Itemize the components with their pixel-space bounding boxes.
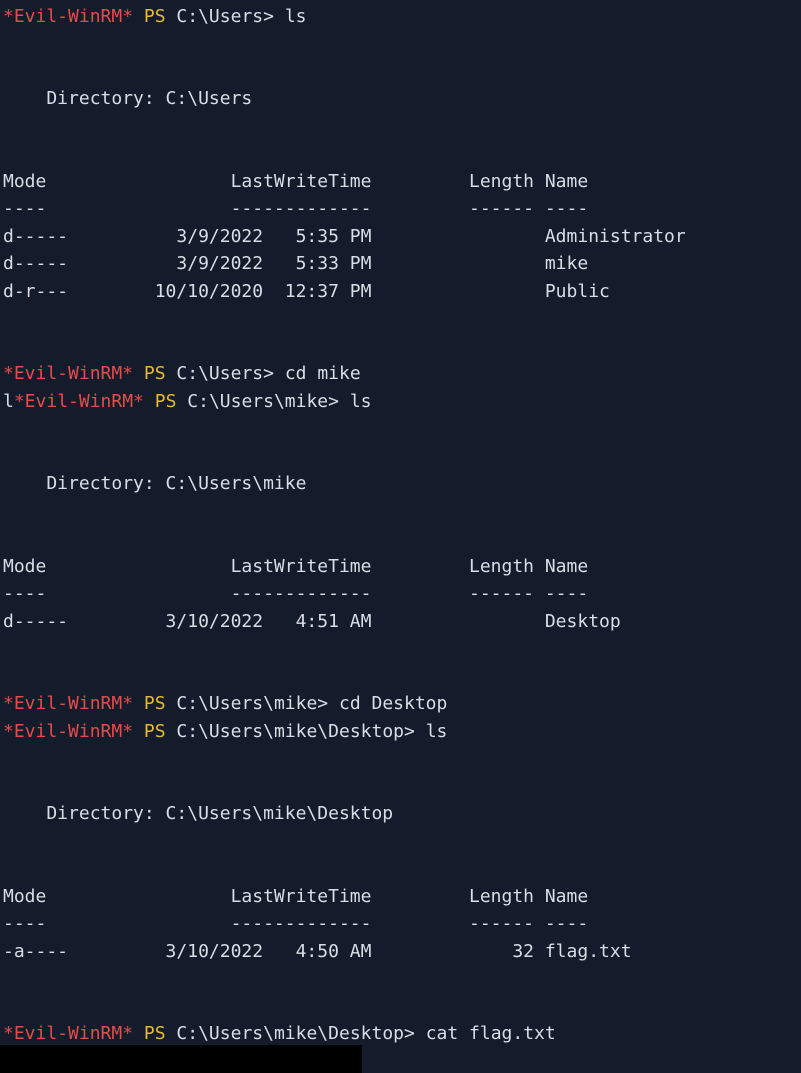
terminal-window[interactable]: *Evil-WinRM* PS C:\Users> ls Directory: … bbox=[0, 0, 801, 1073]
prompt-ps: PS bbox=[143, 6, 166, 27]
prompt-shell: *Evil-WinRM* bbox=[3, 6, 134, 27]
prompt-command: cd Desktop bbox=[338, 693, 448, 714]
table-underline: ---- ------------- ------ ---- bbox=[3, 913, 589, 934]
prompt-line: *Evil-WinRM* PS C:\Users> ls bbox=[3, 3, 307, 30]
prompt-line: *Evil-WinRM* PS C:\Users\mike\Desktop> l… bbox=[3, 718, 447, 745]
prompt-command: ls bbox=[349, 391, 372, 412]
prompt-shell: *Evil-WinRM* bbox=[13, 391, 144, 412]
prompt-command: cd mike bbox=[284, 363, 361, 384]
prompt-shell: *Evil-WinRM* bbox=[3, 1023, 134, 1044]
stray-char: l bbox=[3, 391, 14, 412]
prompt-ps: PS bbox=[143, 721, 166, 742]
prompt-command: ls bbox=[425, 721, 448, 742]
directory-line: Directory: C:\Users bbox=[3, 88, 253, 109]
prompt-path: C:\Users\mike> bbox=[187, 391, 339, 412]
prompt-path: C:\Users> bbox=[176, 6, 274, 27]
prompt-line: l*Evil-WinRM* PS C:\Users\mike> ls bbox=[3, 388, 372, 415]
prompt-ps: PS bbox=[143, 693, 166, 714]
table-row: d-r--- 10/10/2020 12:37 PM Public bbox=[3, 281, 610, 302]
redaction-bar bbox=[0, 1045, 362, 1073]
directory-line: Directory: C:\Users\mike\Desktop bbox=[3, 803, 394, 824]
table-row: -a---- 3/10/2022 4:50 AM 32 flag.txt bbox=[3, 941, 632, 962]
table-underline: ---- ------------- ------ ---- bbox=[3, 198, 589, 219]
table-row: d----- 3/9/2022 5:33 PM mike bbox=[3, 253, 589, 274]
prompt-ps: PS bbox=[143, 363, 166, 384]
prompt-ps: PS bbox=[154, 391, 177, 412]
prompt-path: C:\Users\mike\Desktop> bbox=[176, 721, 415, 742]
prompt-shell: *Evil-WinRM* bbox=[3, 363, 134, 384]
table-header: Mode LastWriteTime Length Name bbox=[3, 886, 589, 907]
table-header: Mode LastWriteTime Length Name bbox=[3, 171, 589, 192]
table-row: d----- 3/9/2022 5:35 PM Administrator bbox=[3, 226, 686, 247]
prompt-command: cat flag.txt bbox=[425, 1023, 556, 1044]
prompt-shell: *Evil-WinRM* bbox=[3, 721, 134, 742]
prompt-shell: *Evil-WinRM* bbox=[3, 693, 134, 714]
prompt-line: *Evil-WinRM* PS C:\Users\mike> cd Deskto… bbox=[3, 690, 447, 717]
prompt-path: C:\Users\mike\Desktop> bbox=[176, 1023, 415, 1044]
prompt-line[interactable]: *Evil-WinRM* PS C:\Users\mike\Desktop> c… bbox=[3, 1020, 556, 1047]
prompt-ps: PS bbox=[143, 1023, 166, 1044]
table-underline: ---- ------------- ------ ---- bbox=[3, 583, 589, 604]
directory-line: Directory: C:\Users\mike bbox=[3, 473, 307, 494]
prompt-line: *Evil-WinRM* PS C:\Users> cd mike bbox=[3, 360, 361, 387]
prompt-path: C:\Users\mike> bbox=[176, 693, 329, 714]
table-row: d----- 3/10/2022 4:51 AM Desktop bbox=[3, 611, 621, 632]
table-header: Mode LastWriteTime Length Name bbox=[3, 556, 589, 577]
prompt-command: ls bbox=[284, 6, 307, 27]
prompt-path: C:\Users> bbox=[176, 363, 274, 384]
